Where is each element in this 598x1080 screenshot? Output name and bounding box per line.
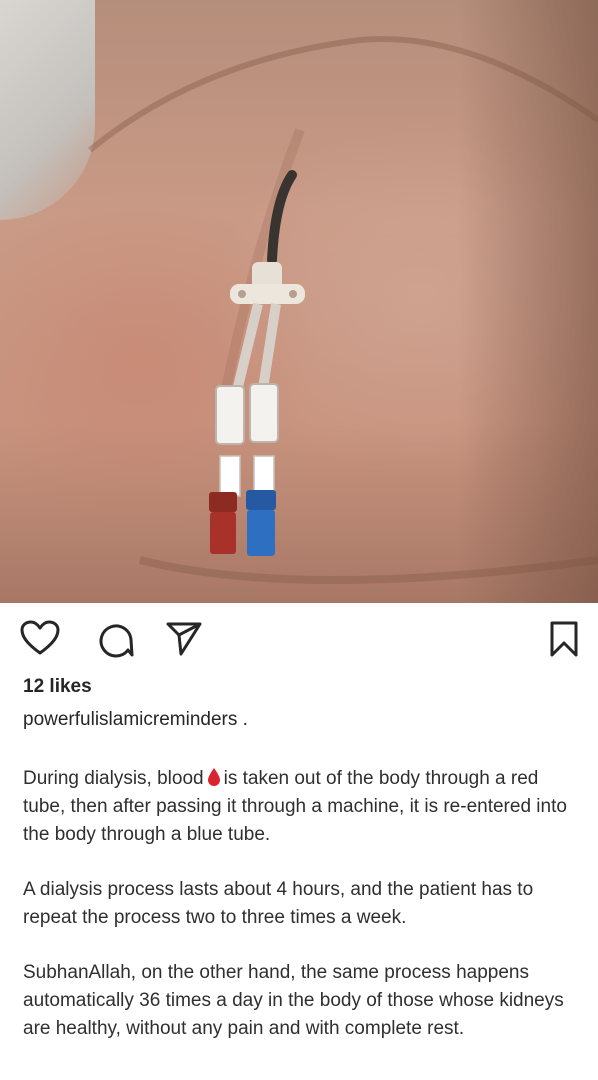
catheter-illustration	[88, 36, 598, 584]
blood-drop-icon	[207, 767, 221, 787]
comment-icon[interactable]	[96, 620, 134, 658]
bookmark-icon[interactable]	[549, 620, 579, 658]
paper-plane-icon[interactable]	[165, 621, 203, 657]
caption-paragraph-3: SubhanAllah, on the other hand, the same…	[23, 962, 564, 1039]
caption-paragraph-2: A dialysis process lasts about 4 hours, …	[23, 879, 534, 928]
heart-icon[interactable]	[20, 620, 60, 656]
likes-count[interactable]: 12 likes	[23, 676, 92, 698]
post-caption: During dialysis, blood is taken out of th…	[23, 765, 583, 1070]
post-image[interactable]	[0, 0, 598, 603]
post-username[interactable]: powerfulislamicreminders .	[23, 709, 248, 731]
caption-paragraph-1: During dialysis, blood is taken out of th…	[23, 765, 583, 849]
caption-text: During dialysis, blood	[23, 768, 204, 789]
post-action-bar	[0, 603, 598, 673]
